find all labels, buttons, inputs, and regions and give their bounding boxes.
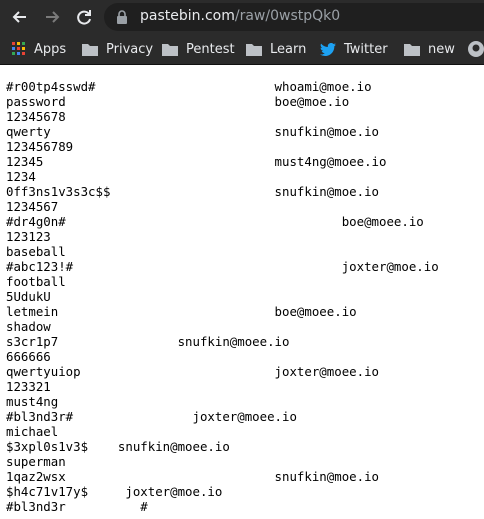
paste-line: 666666 <box>6 349 51 364</box>
paste-line: 1234 <box>6 169 36 184</box>
paste-line: #bl3nd3r# joxter@moee.io <box>6 409 297 424</box>
paste-line: baseball <box>6 244 66 259</box>
paste-line: qwertyuiop joxter@moee.io <box>6 364 379 379</box>
back-button[interactable] <box>8 5 32 29</box>
raw-paste-content: #r00tp4sswd# whoami@moe.io password boe@m… <box>0 65 484 519</box>
paste-line: shadow <box>6 319 51 334</box>
folder-icon <box>82 43 98 56</box>
forward-button[interactable] <box>40 5 64 29</box>
paste-line: qwerty snufkin@moe.io <box>6 124 379 139</box>
bookmark-label: Pentest <box>186 41 235 57</box>
paste-line: s3cr1p7 snufkin@moee.io <box>6 334 290 349</box>
bookmark-pentest[interactable]: Pentest <box>162 40 235 58</box>
url-path: /raw/0wstpQk0 <box>234 8 341 24</box>
bookmarks-bar: Apps Privacy Pentest Learn Twitter new <box>0 34 484 65</box>
paste-line: #r00tp4sswd# whoami@moe.io <box>6 79 372 94</box>
bookmark-privacy[interactable]: Privacy <box>82 40 153 58</box>
bookmark-label: new <box>428 41 455 57</box>
address-bar[interactable]: pastebin.com/raw/0wstpQk0 <box>104 3 484 31</box>
paste-line: #bl3nd3r # <box>6 499 148 514</box>
paste-line: 5UdukU <box>6 289 51 304</box>
url-host: pastebin.com <box>140 8 235 24</box>
paste-line: football <box>6 274 66 289</box>
bookmark-github[interactable] <box>468 40 484 58</box>
paste-text: #r00tp4sswd# whoami@moe.io password boe@m… <box>6 79 439 514</box>
paste-line: 12345678 <box>6 109 66 124</box>
paste-line: must4ng <box>6 394 59 409</box>
bookmark-label: Apps <box>34 41 67 57</box>
paste-line: 0ff3ns1v3s3c$$ snufkin@moe.io <box>6 184 379 199</box>
reload-icon <box>77 10 91 25</box>
paste-line: 123456789 <box>6 139 74 154</box>
bookmark-twitter[interactable]: Twitter <box>320 40 388 58</box>
reload-button[interactable] <box>72 5 96 29</box>
paste-line: $h4c71v17y$ joxter@moe.io <box>6 484 223 499</box>
url-text: pastebin.com/raw/0wstpQk0 <box>140 8 340 24</box>
bookmark-label: Privacy <box>106 41 154 57</box>
paste-line: $3xpl0s1v3$ snufkin@moee.io <box>6 439 230 454</box>
paste-line: 1qaz2wsx snufkin@moe.io <box>6 469 379 484</box>
folder-icon <box>404 43 420 56</box>
lock-icon <box>117 10 127 24</box>
paste-line: 123123 <box>6 229 51 244</box>
folder-icon <box>246 43 262 56</box>
arrow-right-icon <box>46 11 60 23</box>
bookmark-apps[interactable]: Apps <box>12 40 66 58</box>
apps-grid-icon <box>12 42 25 55</box>
bookmark-label: Twitter <box>344 41 388 57</box>
paste-line: #dr4g0n# boe@moee.io <box>6 214 424 229</box>
github-icon <box>468 41 484 57</box>
twitter-icon <box>320 42 336 56</box>
bookmark-learn[interactable]: Learn <box>246 40 306 58</box>
arrow-left-icon <box>12 11 26 23</box>
paste-line: 1234567 <box>6 199 59 214</box>
paste-line: 12345 must4ng@moee.io <box>6 154 387 169</box>
bookmark-new[interactable]: new <box>404 40 455 58</box>
browser-toolbar: pastebin.com/raw/0wstpQk0 <box>0 0 484 34</box>
paste-line: michael <box>6 424 59 439</box>
paste-line: letmein boe@moee.io <box>6 304 357 319</box>
bookmark-label: Learn <box>270 41 307 57</box>
paste-line: 123321 <box>6 379 51 394</box>
paste-line: superman <box>6 454 66 469</box>
paste-line: password boe@moe.io <box>6 94 350 109</box>
paste-line: #abc123!# joxter@moe.io <box>6 259 439 274</box>
folder-icon <box>162 43 178 56</box>
